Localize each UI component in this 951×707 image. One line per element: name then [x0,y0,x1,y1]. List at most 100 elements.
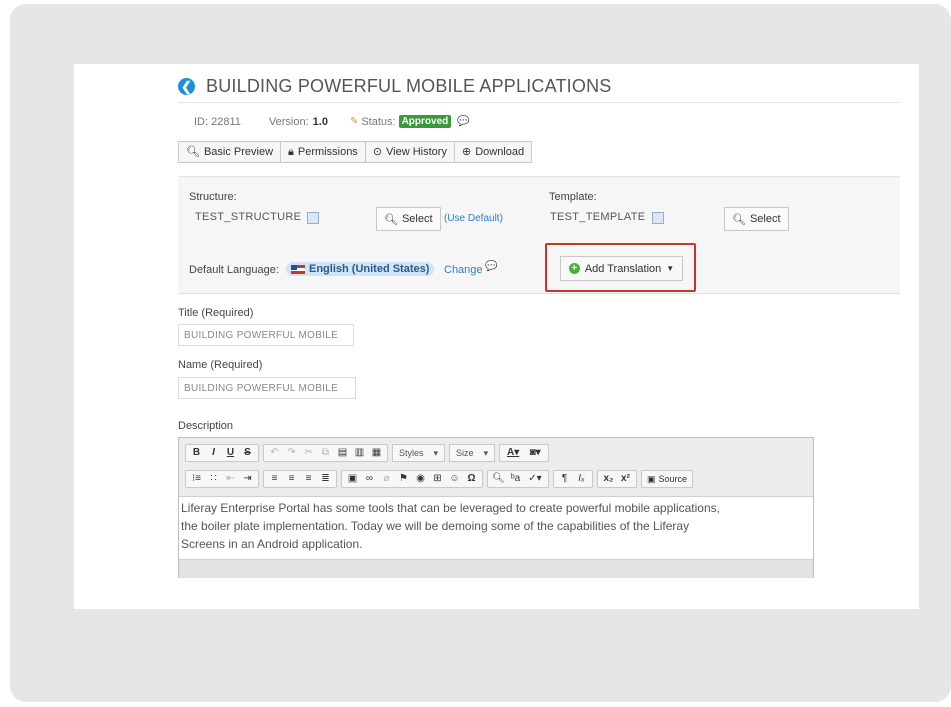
indent-icon[interactable]: ⇥ [239,471,256,487]
search-icon: 🔍︎ [732,213,746,226]
editor-content[interactable]: Liferay Enterprise Portal has some tools… [179,497,813,559]
copy-icon[interactable]: ⧉ [317,445,334,461]
info-bubble-icon[interactable]: 💬 [485,261,497,272]
status-icon: ✎ [349,116,359,127]
spellcheck-icon[interactable]: ✓▾ [524,471,546,487]
numbered-list-icon[interactable]: ⁝≡ [188,471,205,487]
smiley-icon[interactable]: ☺ [446,471,463,487]
format-group: ¶ Iₓ [553,470,593,488]
download-icon: ⊕ [461,146,472,158]
name-input[interactable]: BUILDING POWERFUL MOBILE [178,377,356,399]
paragraph-format-icon[interactable]: ¶ [556,471,573,487]
cut-icon[interactable]: ✂ [300,445,317,461]
view-history-button[interactable]: ⊙ View History [365,141,455,163]
article-meta: ID: 22811 Version: 1.0 ✎ Status: Approve… [194,115,470,128]
version-label: Version: [268,115,309,128]
find-icon[interactable]: 🔍︎ [490,471,507,487]
select-structure-label: Select [401,213,433,225]
styles-label: Styles [399,448,424,458]
back-arrow-icon[interactable]: ❮ [178,77,195,95]
link-icon[interactable]: ∞ [361,471,378,487]
replace-icon[interactable]: ᵇa [507,471,524,487]
edit-template-icon[interactable] [652,212,664,224]
name-field-label: Name (Required) [178,359,263,371]
caret-down-icon: ▾ [433,448,439,458]
remove-format-icon[interactable]: Iₓ [573,471,590,487]
use-default-link[interactable]: (Use Default) [444,213,503,224]
caret-down-icon: ▾ [483,448,489,458]
source-icon: ▣ [647,473,656,484]
insert-group: ▣ ∞ ⌀ ⚑ ◉ ⊞ ☺ Ω [341,470,483,488]
styles-dropdown[interactable]: Styles ▾ [392,444,446,462]
basic-styles-group: B I U S [185,444,259,462]
structure-template-panel: Structure: TEST_STRUCTURE 🔍︎ Select (Use… [178,176,900,294]
template-value: TEST_TEMPLATE [550,211,646,223]
align-left-icon[interactable]: ≡ [266,471,283,487]
search-icon: 🔍︎ [384,213,398,226]
screenshot-frame: ❮ BUILDING POWERFUL MOBILE APPLICATIONS … [10,4,951,702]
default-language-value: English (United States) [309,263,430,275]
list-group: ⁝≡ ∷ ⇤ ⇥ [185,470,259,488]
justify-icon[interactable]: ≣ [317,471,334,487]
anchor-flag-icon[interactable]: ⚑ [395,471,412,487]
version-value: 1.0 [312,115,328,128]
default-language-label: Default Language: [189,264,279,276]
search-icon: 🔍︎ [186,146,200,158]
redo-icon[interactable]: ↷ [283,445,300,461]
outdent-icon[interactable]: ⇤ [222,471,239,487]
title-field-label: Title (Required) [178,307,254,319]
align-group: ≡ ≡ ≡ ≣ [263,470,337,488]
us-flag-icon [291,264,305,274]
title-input[interactable]: BUILDING POWERFUL MOBILE [178,324,354,346]
color-group: A▾ ◙▾ [499,444,550,462]
select-template-button[interactable]: 🔍︎ Select [724,207,789,231]
source-button-inner: ▣ Source [644,474,690,485]
align-center-icon[interactable]: ≡ [283,471,300,487]
description-line-1: Liferay Enterprise Portal has some tools… [181,501,720,515]
basic-preview-button[interactable]: 🔍︎ Basic Preview [178,141,282,163]
undo-icon[interactable]: ↶ [266,445,283,461]
flash-icon[interactable]: ◉ [412,471,429,487]
bulleted-list-icon[interactable]: ∷ [205,471,222,487]
description-line-2: the boiler plate implementation. Today w… [181,519,690,533]
action-toolbar: 🔍︎ Basic Preview 🔒︎ Permissions ⊙ View H… [178,141,533,163]
add-translation-button[interactable]: + Add Translation ▼ [560,256,683,281]
permissions-button[interactable]: 🔒︎ Permissions [281,141,366,163]
structure-label: Structure: [189,191,237,203]
size-dropdown[interactable]: Size ▾ [449,444,496,462]
paste-icon[interactable]: ▤ [334,445,351,461]
underline-icon[interactable]: U [222,445,239,461]
text-color-icon[interactable]: A▾ [502,445,524,461]
italic-icon[interactable]: I [205,445,222,461]
superscript-icon[interactable]: x² [617,471,634,487]
editor-statusbar [179,559,813,578]
status-badge: Approved [398,115,452,128]
subscript-icon[interactable]: x₂ [600,471,617,487]
structure-value: TEST_STRUCTURE [195,211,302,223]
script-group: x₂ x² [597,470,637,488]
source-label: Source [658,474,688,484]
clipboard-group: ↶ ↷ ✂ ⧉ ▤ ▥ ▦ [263,444,388,462]
find-group: 🔍︎ ᵇa ✓▾ [487,470,549,488]
caret-down-icon: ▼ [666,264,675,273]
source-button[interactable]: ▣ Source [641,470,694,488]
bold-icon[interactable]: B [188,445,205,461]
change-language-link[interactable]: Change [444,264,483,276]
select-structure-button[interactable]: 🔍︎ Select [376,207,441,231]
download-button[interactable]: ⊕ Download [454,141,533,163]
strikethrough-icon[interactable]: S [239,445,256,461]
edit-structure-icon[interactable] [307,212,319,224]
article-id: ID: 22811 [194,115,241,128]
permissions-label: Permissions [297,146,358,158]
align-right-icon[interactable]: ≡ [300,471,317,487]
background-color-icon[interactable]: ◙▾ [524,445,546,461]
paste-word-icon[interactable]: ▦ [368,445,385,461]
image-icon[interactable]: ▣ [344,471,361,487]
paste-text-icon[interactable]: ▥ [351,445,368,461]
template-label: Template: [549,191,597,203]
unlink-icon[interactable]: ⌀ [378,471,395,487]
table-icon[interactable]: ⊞ [429,471,446,487]
editor-toolbar: B I U S ↶ ↷ ✂ ⧉ ▤ ▥ ▦ Styles ▾ Size ▾ A▾… [179,438,813,497]
info-bubble-icon[interactable]: 💬 [457,116,469,127]
special-char-icon[interactable]: Ω [463,471,480,487]
